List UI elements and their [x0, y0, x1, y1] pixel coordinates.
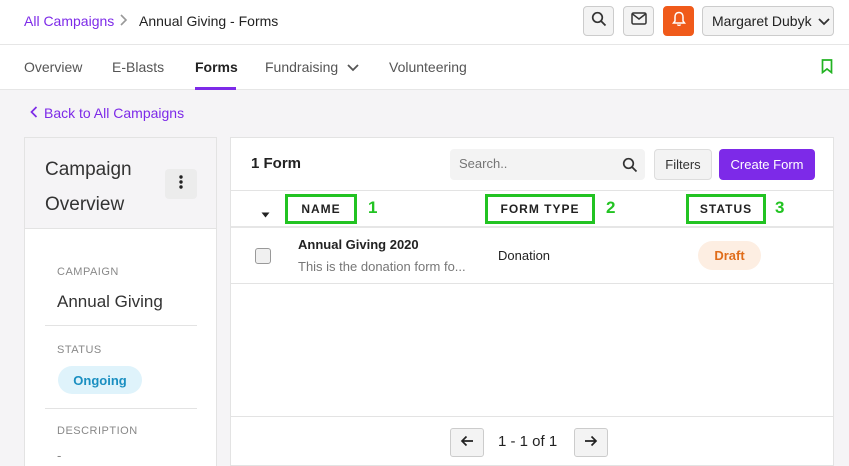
column-marker-2: 2	[606, 198, 616, 217]
caret-down-icon[interactable]	[261, 205, 270, 223]
form-name[interactable]: Annual Giving 2020	[298, 237, 419, 252]
top-bar: All Campaigns Annual Giving - Forms Marg…	[0, 0, 849, 44]
tab-overview[interactable]: Overview	[24, 59, 82, 75]
active-tab-indicator	[195, 87, 236, 90]
tab-forms[interactable]: Forms	[195, 59, 238, 75]
previous-page-button[interactable]	[450, 428, 484, 457]
tab-fundraising-label: Fundraising	[265, 59, 339, 75]
column-header-name[interactable]: NAME	[285, 194, 357, 224]
arrow-left-icon	[460, 434, 474, 452]
form-description: This is the donation form fo...	[298, 259, 466, 274]
campaign-overview-card: Campaign Overview CAMPAIGN Annual Giving…	[24, 137, 217, 466]
search-field[interactable]	[450, 149, 645, 180]
campaign-status-badge: Ongoing	[58, 366, 142, 394]
tab-fundraising[interactable]: Fundraising	[265, 59, 359, 75]
divider	[45, 408, 197, 409]
pagination-bar: 1 - 1 of 1	[230, 417, 834, 466]
notifications-button[interactable]	[663, 6, 694, 36]
forms-count: 1 Form	[251, 155, 302, 172]
table-header: NAME 1 FORM TYPE 2 STATUS 3	[231, 190, 833, 228]
more-vertical-icon	[179, 174, 183, 194]
filters-button[interactable]: Filters	[654, 149, 712, 180]
row-checkbox[interactable]	[255, 248, 271, 264]
campaign-label: CAMPAIGN	[57, 266, 119, 278]
mail-icon	[630, 12, 647, 30]
mail-button[interactable]	[623, 6, 654, 36]
create-form-button[interactable]: Create Form	[719, 149, 815, 180]
breadcrumb-chevron-icon	[120, 13, 128, 29]
tab-volunteering[interactable]: Volunteering	[389, 59, 467, 75]
description-label: DESCRIPTION	[57, 425, 138, 437]
chevron-down-icon	[817, 13, 830, 29]
next-page-button[interactable]	[574, 428, 608, 457]
user-menu-button[interactable]: Margaret Dubyk	[702, 6, 834, 36]
pagination-status: 1 - 1 of 1	[498, 433, 558, 450]
chevron-down-icon	[347, 59, 359, 75]
breadcrumb-all-campaigns[interactable]: All Campaigns	[24, 13, 114, 29]
search-icon	[591, 11, 607, 32]
bookmark-icon[interactable]	[821, 59, 833, 79]
user-name: Margaret Dubyk	[712, 13, 812, 29]
form-status-badge: Draft	[698, 241, 761, 270]
campaign-tabs: Overview E-Blasts Forms Fundraising Volu…	[0, 44, 849, 90]
forms-panel: 1 Form Filters Create Form NAME 1 FORM T…	[230, 137, 834, 417]
back-link-label: Back to All Campaigns	[44, 105, 185, 121]
overview-card-header: Campaign Overview	[25, 138, 216, 229]
breadcrumb-current: Annual Giving - Forms	[139, 13, 279, 29]
column-header-status[interactable]: STATUS	[686, 194, 766, 224]
search-icon[interactable]	[622, 157, 638, 178]
column-marker-1: 1	[368, 198, 378, 217]
bell-icon	[671, 11, 686, 32]
description-value: -	[57, 448, 62, 463]
arrow-right-icon	[584, 434, 598, 452]
overview-menu-button[interactable]	[165, 169, 197, 199]
tab-e-blasts[interactable]: E-Blasts	[112, 59, 164, 75]
search-input[interactable]	[459, 156, 609, 171]
search-button[interactable]	[583, 6, 614, 36]
form-type: Donation	[498, 248, 551, 263]
column-header-form-type[interactable]: FORM TYPE	[485, 194, 595, 224]
column-marker-3: 3	[775, 198, 785, 217]
chevron-left-icon	[30, 105, 38, 121]
status-label: STATUS	[57, 344, 102, 356]
campaign-value: Annual Giving	[57, 292, 163, 311]
table-row[interactable]: Annual Giving 2020 This is the donation …	[231, 230, 833, 284]
back-to-campaigns-link[interactable]: Back to All Campaigns	[30, 105, 184, 121]
overview-title: Campaign Overview	[45, 159, 132, 215]
divider	[45, 325, 197, 326]
